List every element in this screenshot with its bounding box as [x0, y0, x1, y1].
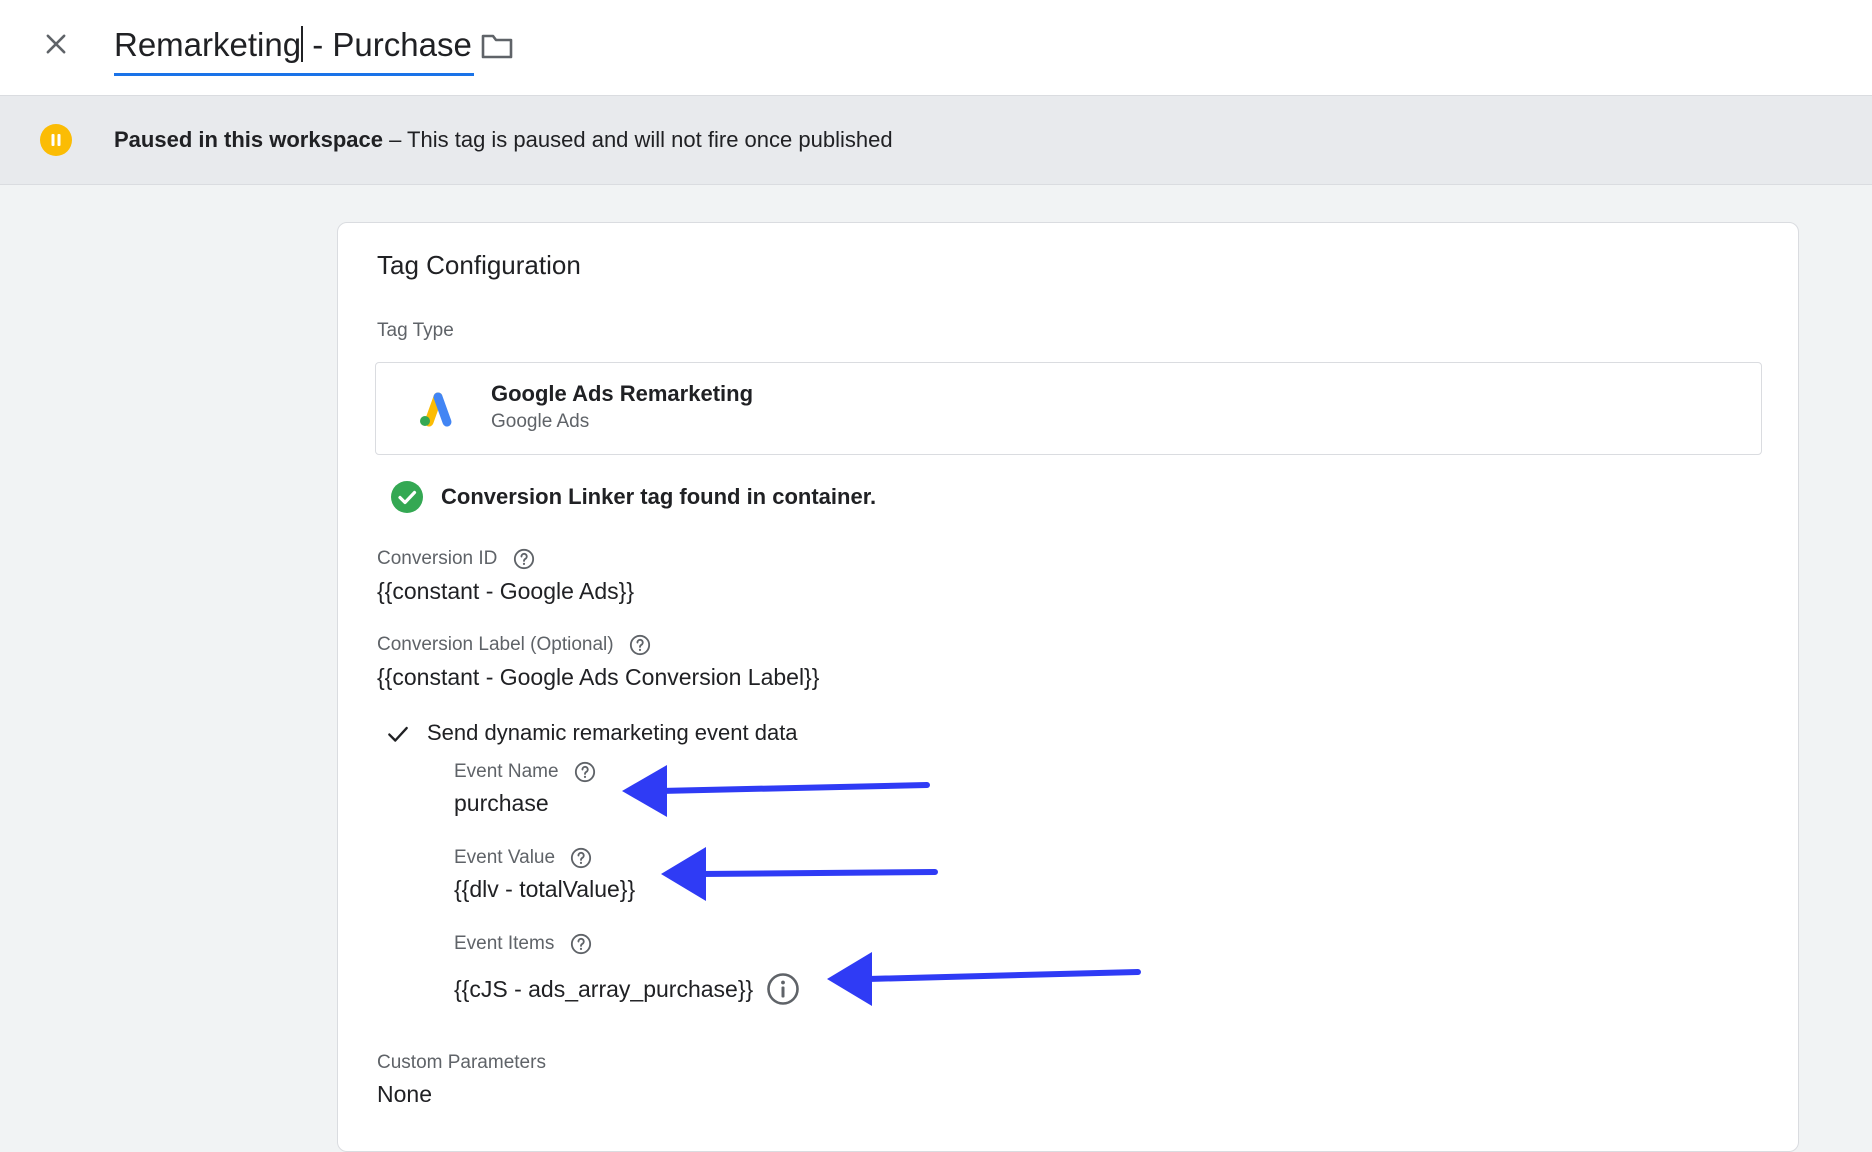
- conversion-label-value: {{constant - Google Ads Conversion Label…: [377, 664, 820, 690]
- conversion-id-label: Conversion ID: [377, 548, 535, 570]
- tag-type-label: Tag Type: [377, 320, 454, 341]
- google-ads-logo: [420, 392, 452, 427]
- custom-parameters-label: Custom Parameters: [377, 1052, 546, 1073]
- dynamic-remarketing-label: Send dynamic remarketing event data: [427, 720, 798, 745]
- close-icon: [46, 34, 66, 54]
- help-icon[interactable]: [574, 761, 596, 783]
- tag-type-selector[interactable]: Google Ads Remarketing Google Ads: [375, 362, 1762, 455]
- card-title: Tag Configuration: [377, 250, 581, 280]
- help-icon[interactable]: [513, 548, 535, 570]
- folder-icon: [481, 34, 513, 59]
- paused-status: Paused in this workspace: [114, 127, 383, 152]
- event-name-label: Event Name: [454, 761, 596, 783]
- conversion-linker-notice: Conversion Linker tag found in container…: [441, 484, 877, 509]
- paused-message: This tag is paused and will not fire onc…: [407, 127, 893, 152]
- conversion-label-label: Conversion Label (Optional): [377, 634, 651, 656]
- paused-banner-text: Paused in this workspace – This tag is p…: [114, 127, 893, 152]
- tag-configuration-card[interactable]: Tag Configuration Tag Type Google Ads Re…: [337, 222, 1799, 1152]
- pause-icon: [40, 124, 72, 156]
- folder-button[interactable]: [478, 28, 516, 64]
- help-icon[interactable]: [570, 933, 592, 955]
- info-icon[interactable]: [766, 972, 800, 1006]
- help-icon[interactable]: [629, 634, 651, 656]
- help-icon[interactable]: [570, 847, 592, 869]
- tag-name-input[interactable]: Remarketing - Purchase: [114, 22, 472, 68]
- event-value-label: Event Value: [454, 847, 592, 869]
- tag-type-vendor: Google Ads: [491, 411, 590, 432]
- editor-header: Remarketing - Purchase: [0, 0, 1872, 96]
- event-value-value: {{dlv - totalValue}}: [454, 876, 636, 902]
- check-circle-icon: [391, 481, 423, 513]
- event-items-value: {{cJS - ads_array_purchase}}: [454, 976, 754, 1002]
- check-icon: [388, 726, 408, 742]
- tag-type-name: Google Ads Remarketing: [491, 381, 754, 406]
- event-items-label: Event Items: [454, 933, 592, 955]
- close-button[interactable]: [36, 24, 76, 64]
- event-name-value: purchase: [454, 790, 549, 816]
- conversion-id-value: {{constant - Google Ads}}: [377, 578, 635, 604]
- tag-name-field[interactable]: Remarketing - Purchase: [114, 22, 474, 76]
- custom-parameters-value: None: [377, 1081, 432, 1107]
